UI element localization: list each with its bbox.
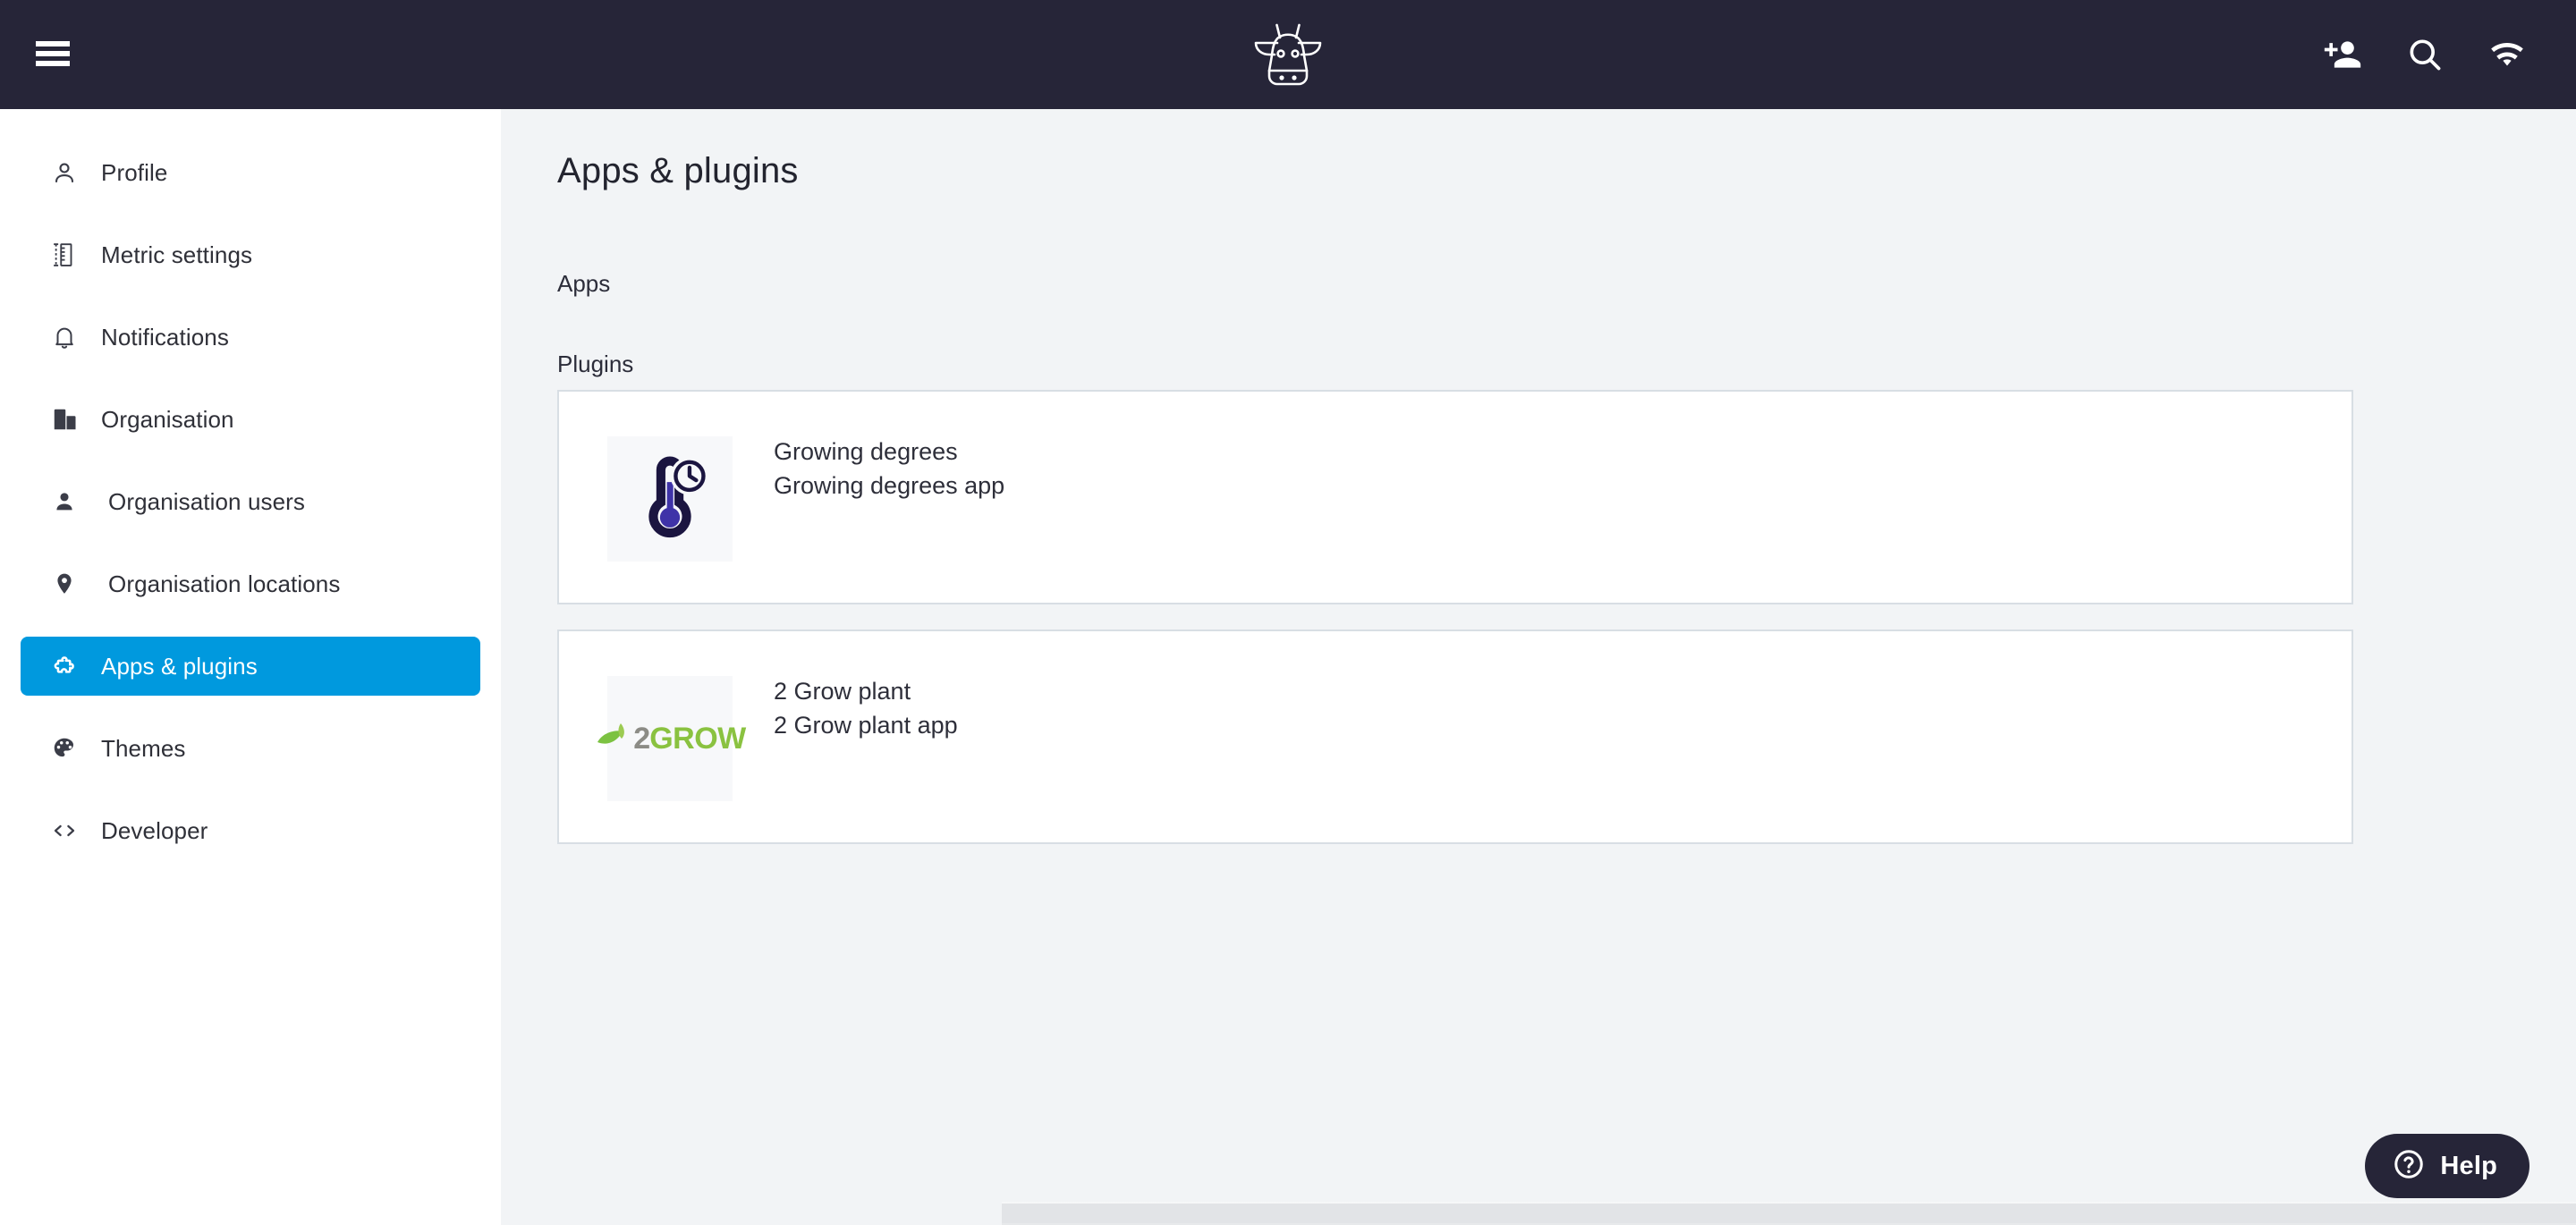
horizontal-scrollbar[interactable] (1002, 1202, 2576, 1225)
horizontal-scrollbar-thumb[interactable] (1002, 1204, 2576, 1223)
cow-head-logo[interactable] (1250, 20, 1326, 89)
hamburger-bar (36, 41, 70, 46)
sidebar-item-profile[interactable]: Profile (21, 143, 480, 202)
question-mark-circle-icon (2392, 1147, 2426, 1186)
sidebar-item-label: Developer (101, 816, 208, 844)
plugin-thumbnail (607, 436, 733, 562)
help-button-label: Help (2440, 1151, 2497, 1180)
sidebar-item-label: Themes (101, 734, 186, 762)
plugin-subtitle: 2 Grow plant app (774, 712, 958, 739)
plugin-subtitle: Growing degrees app (774, 472, 1005, 499)
sidebar-item-label: Organisation users (108, 487, 306, 515)
sidebar-item-themes[interactable]: Themes (21, 719, 480, 778)
logo-text-grow: GROW (649, 721, 746, 756)
plugin-text: Growing degrees Growing degrees app (774, 435, 1004, 503)
topbar-actions (2322, 0, 2528, 109)
person-filled-icon (47, 485, 81, 519)
wifi-icon[interactable] (2487, 34, 2528, 75)
person-outline-icon (47, 156, 81, 190)
search-icon[interactable] (2404, 34, 2445, 75)
sidebar-item-organisation-locations[interactable]: Organisation locations (21, 554, 480, 613)
sidebar-item-label: Organisation locations (108, 570, 341, 597)
section-heading-plugins: Plugins (557, 351, 634, 377)
sidebar-nav: Profile Metric settings Notifications Or… (0, 109, 501, 1225)
plugin-card[interactable]: Growing degrees Growing degrees app (557, 390, 2353, 604)
sidebar-item-label: Organisation (101, 405, 234, 433)
sidebar-item-metric-settings[interactable]: Metric settings (21, 225, 480, 284)
sidebar-item-organisation[interactable]: Organisation (21, 390, 480, 449)
sidebar-item-label: Profile (101, 158, 168, 186)
hamburger-bar (36, 51, 70, 56)
hamburger-menu-icon[interactable] (36, 41, 70, 66)
sidebar-item-label: Apps & plugins (101, 652, 258, 680)
plugin-card[interactable]: 2 GROW 2 Grow plant 2 Grow plant app (557, 629, 2353, 844)
plugin-thumbnail: 2 GROW (597, 676, 746, 801)
palette-icon (47, 731, 81, 765)
code-brackets-icon (47, 814, 81, 848)
plugin-text: 2 Grow plant 2 Grow plant app (774, 674, 958, 742)
puzzle-piece-icon (47, 649, 81, 683)
main-content: Apps & plugins Apps Plugins Growing degr… (501, 109, 2576, 1225)
ruler-icon (47, 238, 81, 272)
sidebar-item-label: Notifications (101, 323, 229, 351)
map-pin-icon (47, 567, 81, 601)
section-heading-apps: Apps (557, 270, 611, 297)
page-title: Apps & plugins (557, 151, 799, 190)
thermometer-clock-icon (622, 449, 718, 550)
help-button[interactable]: Help (2365, 1134, 2529, 1198)
sidebar-item-notifications[interactable]: Notifications (21, 308, 480, 367)
sidebar-item-apps-plugins[interactable]: Apps & plugins (21, 637, 480, 696)
plugin-title: Growing degrees (774, 438, 958, 465)
sidebar-item-label: Metric settings (101, 241, 253, 268)
logo-text-2: 2 (633, 721, 650, 756)
sidebar-item-organisation-users[interactable]: Organisation users (21, 472, 480, 531)
hamburger-bar (36, 61, 70, 66)
plugin-title: 2 Grow plant (774, 678, 911, 705)
sidebar-item-developer[interactable]: Developer (21, 801, 480, 860)
building-icon (47, 402, 81, 436)
bell-icon (47, 320, 81, 354)
top-app-bar (0, 0, 2576, 109)
2grow-leaf-logo: 2 GROW (594, 719, 746, 758)
person-add-icon[interactable] (2322, 34, 2363, 75)
